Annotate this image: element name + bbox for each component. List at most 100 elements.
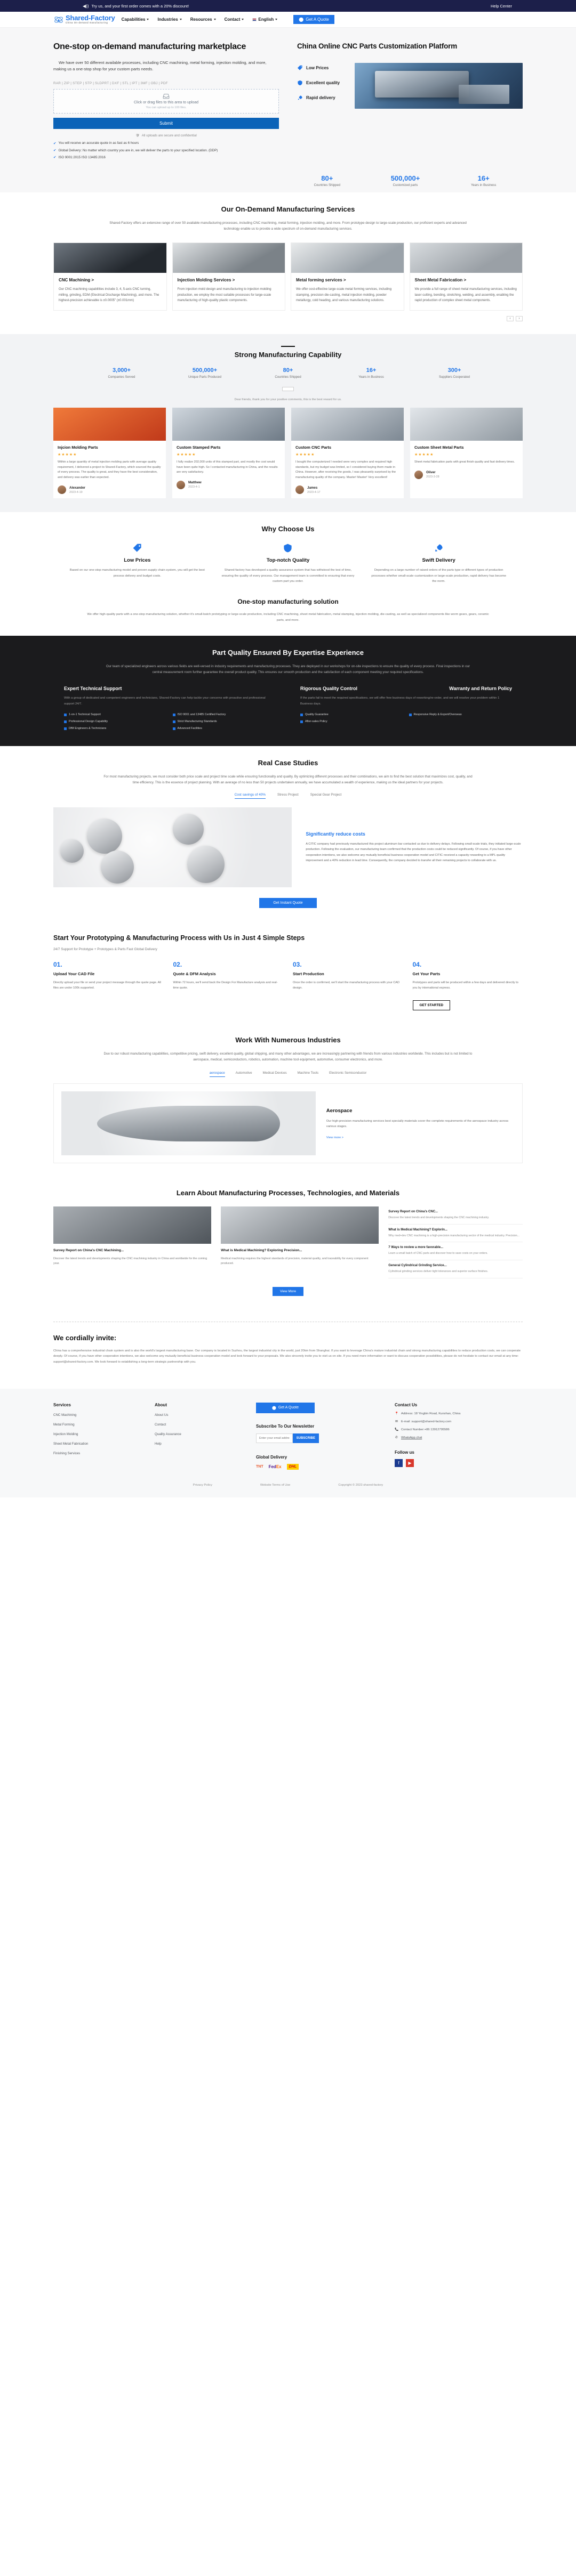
footer-link-help[interactable]: Help <box>155 1442 245 1446</box>
subscribe-button[interactable]: SUBSCRIBE <box>292 1433 319 1443</box>
nav-item-contact[interactable]: Contact <box>225 17 244 22</box>
facebook-icon[interactable]: f <box>394 1459 403 1467</box>
help-center-link[interactable]: Help Center <box>491 4 512 9</box>
language-selector[interactable]: English <box>252 17 278 22</box>
site-logo[interactable]: Shared-Factory China On-demand manufactu… <box>53 14 115 25</box>
blog-card-heading: What is Medical Machining? Exploring Pre… <box>221 1249 302 1253</box>
chevron-down-icon <box>147 19 149 20</box>
capability-tab[interactable] <box>282 387 294 392</box>
carousel-next-button[interactable]: › <box>516 315 523 321</box>
hero-feature-low-prices: Low Prices <box>297 65 346 71</box>
service-card-injection-molding[interactable]: Injection Molding Services > From inject… <box>172 242 285 311</box>
service-image <box>410 243 522 273</box>
blog-title: Learn About Manufacturing Processes, Tec… <box>176 1189 400 1197</box>
footer-heading: Services <box>53 1402 71 1407</box>
bullet-text: Global Delivery: No matter which country… <box>58 148 218 152</box>
steps-title: Start Your Prototyping & Manufacturing P… <box>53 934 305 942</box>
testimonial-image <box>53 408 166 441</box>
item-label: Advanced Facilities <box>177 727 202 731</box>
blog-card[interactable]: Survey Report on China's CNC Machining..… <box>53 1206 212 1278</box>
chevron-down-icon <box>179 19 182 20</box>
case-tab-cost-savings[interactable]: Cost savings of 40% <box>234 793 266 799</box>
expertise-list-item: DfM Engineers & Technicians <box>64 727 167 730</box>
list-item[interactable]: Survey Report on China's CNC... Discover… <box>388 1206 523 1225</box>
contact-email[interactable]: ✉ E-mail :support@shared-factory.com <box>395 1420 523 1423</box>
carousel-prev-button[interactable]: ‹ <box>507 315 514 321</box>
cap-stat-label: Years in Business <box>358 376 384 379</box>
warranty-heading: Warranty and Return Policy <box>449 686 512 692</box>
file-dropzone[interactable]: Click or drag files to this area to uplo… <box>53 89 279 114</box>
footer-link-finishing-services[interactable]: Finishing Services <box>53 1452 144 1455</box>
announcement-text: Try us, and your first order comes with … <box>91 3 189 9</box>
blog-card[interactable]: What is Medical Machining? Exploring Pre… <box>221 1206 379 1278</box>
hero-bullet: ✔ ISO 9001:2015 ISO 13485:2016 <box>53 156 279 160</box>
cap-stat-label: Companies Served <box>108 376 135 379</box>
nav-item-capabilities[interactable]: Capabilities <box>122 17 149 22</box>
upload-drop-icon: ⬤ <box>271 1406 276 1410</box>
industry-tab-machine-tools[interactable]: Machine Tools <box>298 1071 318 1077</box>
testimonial-image <box>410 408 523 441</box>
industry-tab-automotive[interactable]: Automotive <box>236 1071 252 1077</box>
bullet-square-icon <box>64 727 67 730</box>
industry-heading: Aerospace <box>326 1107 353 1114</box>
cap-stat-label: Countries Shipped <box>275 376 301 379</box>
cap-stat-value: 16+ <box>366 367 377 374</box>
avatar <box>58 485 66 495</box>
case-tab-stress-project[interactable]: Stress Project <box>277 793 299 799</box>
blog-card-text: Medical machining requires the highest s… <box>221 1257 369 1266</box>
footer-link-contact[interactable]: Contact <box>155 1423 245 1427</box>
nav-item-resources[interactable]: Resources <box>190 17 216 22</box>
steps-subtitle: 24/7 Support for Prototype + Prototypes … <box>53 947 157 952</box>
footer-link-metal-forming[interactable]: Metal Forming <box>53 1423 144 1427</box>
terms-of-use-link[interactable]: Website Terms of Use <box>260 1484 291 1487</box>
industry-tab-electronic-semiconductor[interactable]: Electronic Semiconductor <box>329 1071 366 1077</box>
list-item[interactable]: General Cylindrical Grinding Service... … <box>388 1260 523 1278</box>
fedex-logo: FedEx <box>268 1464 282 1469</box>
contact-phone[interactable]: 📞 Contact Number:+86 13912795586 <box>395 1428 523 1431</box>
stat-label: Years in Business <box>470 184 497 188</box>
expertise-left-heading: Expert Technical Support <box>64 686 122 692</box>
expertise-list-item: After-sales Policy <box>300 720 404 723</box>
industry-tab-medical-devices[interactable]: Medical Devices <box>263 1071 287 1077</box>
case-tab-special-gear[interactable]: Special Gear Project <box>310 793 342 799</box>
list-item[interactable]: What is Medical Machining? Explorin... W… <box>388 1225 523 1243</box>
rating-stars: ★★★★★ <box>295 453 315 457</box>
bullet-square-icon <box>64 713 67 716</box>
footer-link-injection-molding[interactable]: Injection Molding <box>53 1432 144 1436</box>
testimonial-image <box>291 408 404 441</box>
service-card-metal-forming[interactable]: Metal forming services > We offer cost-e… <box>291 242 404 311</box>
get-instant-quote-button[interactable]: Get Instant Quote <box>259 898 317 909</box>
blog-view-more-button[interactable]: View More <box>272 1286 304 1296</box>
submit-button[interactable]: Submit <box>53 118 279 129</box>
list-item-heading: General Cylindrical Grinding Service... <box>388 1263 447 1267</box>
dropzone-sub-text: You can upload up to 100 files. <box>146 106 187 110</box>
get-started-button[interactable]: GET STARTED <box>412 1000 451 1011</box>
service-card-sheet-metal[interactable]: Sheet Metal Fabrication > We provide a f… <box>409 242 523 311</box>
testimonial-date: 2023-4-17 <box>307 490 321 494</box>
footer-link-sheet-metal[interactable]: Sheet Metal Fabrication <box>53 1442 144 1446</box>
list-item-text: Learn a small batch of CNC parts and dis… <box>388 1252 488 1255</box>
footer-link-about-us[interactable]: About Us <box>155 1413 245 1417</box>
industry-view-more-link[interactable]: View more > <box>326 1136 515 1139</box>
list-item[interactable]: 7 Ways to review a more favorable... Lea… <box>388 1242 523 1260</box>
location-icon: 📍 <box>394 1412 399 1415</box>
case-parts-image <box>53 807 292 888</box>
footer-services-column: Services CNC Machining Metal Forming Inj… <box>53 1403 144 1470</box>
privacy-policy-link[interactable]: Privacy Policy <box>193 1484 212 1487</box>
why-column-top-notch-quality: Top-notch Quality Shared-factory has dev… <box>220 542 356 584</box>
youtube-icon[interactable]: ▶ <box>405 1459 414 1467</box>
nav-item-industries[interactable]: Industries <box>157 17 182 22</box>
expertise-list-item: Strict Manufacturing Standards <box>172 720 276 723</box>
get-a-quote-button[interactable]: ⬤ Get A Quote <box>293 15 334 24</box>
industry-tab-aerospace[interactable]: aerospace <box>209 1071 225 1078</box>
footer-get-a-quote-button[interactable]: ⬤ Get A Quote <box>255 1402 315 1413</box>
footer-link-cnc-machining[interactable]: CNC Machining <box>53 1413 144 1417</box>
expertise-list-item: Advanced Facilities <box>172 727 276 731</box>
footer-link-quality-assurance[interactable]: Quality Assurance <box>155 1432 245 1436</box>
step-number: 03. <box>293 961 302 969</box>
service-card-cnc-machining[interactable]: CNC Machining > Our CNC machining capabi… <box>53 242 167 311</box>
step-number: 04. <box>412 961 422 969</box>
newsletter-email-input[interactable] <box>255 1433 293 1443</box>
testimonial-text: Within a large quantity of metal injecti… <box>58 460 161 479</box>
contact-whatsapp[interactable]: ✆ WhatsApp chat <box>395 1436 523 1439</box>
